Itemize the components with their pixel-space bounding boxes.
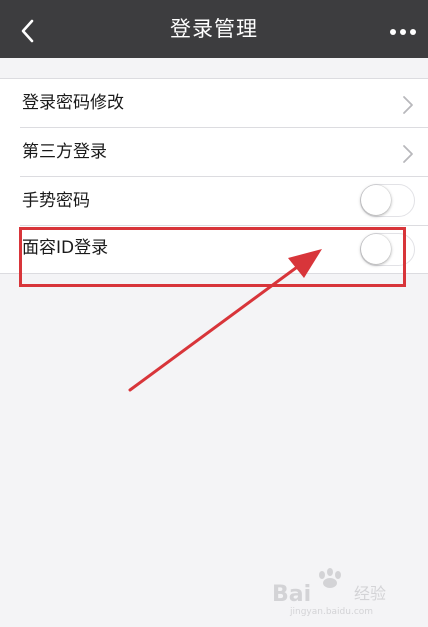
- watermark-suffix: 经验: [354, 584, 386, 603]
- gesture-password-toggle[interactable]: [360, 184, 415, 217]
- baidu-watermark-icon: Bai 经验 jingyan.baidu.com: [272, 568, 386, 617]
- settings-item-password-change[interactable]: 登录密码修改: [20, 79, 428, 128]
- watermark-brand: Bai: [272, 582, 311, 607]
- face-id-login-toggle[interactable]: [360, 233, 415, 266]
- back-button[interactable]: [14, 17, 42, 45]
- more-button[interactable]: [388, 20, 420, 44]
- toggle-knob: [361, 185, 391, 215]
- settings-item-label: 登录密码修改: [22, 93, 124, 113]
- chevron-right-icon: [403, 96, 413, 114]
- settings-item-third-party-login[interactable]: 第三方登录: [20, 128, 428, 177]
- settings-item-label: 面容ID登录: [22, 238, 109, 258]
- settings-list: 登录密码修改 第三方登录 手势密码 面容ID登录: [0, 78, 428, 274]
- settings-item-gesture-password: 手势密码: [20, 177, 428, 226]
- chevron-right-icon: [403, 145, 413, 163]
- settings-item-label: 第三方登录: [22, 142, 107, 162]
- chevron-left-icon: [21, 19, 34, 43]
- watermark-url: jingyan.baidu.com: [289, 607, 373, 617]
- more-dots-icon: [390, 29, 416, 35]
- page-title: 登录管理: [170, 17, 258, 41]
- settings-item-label: 手势密码: [22, 191, 90, 211]
- settings-item-face-id-login: 面容ID登录: [20, 226, 428, 273]
- toggle-knob: [361, 234, 391, 264]
- navigation-bar: 登录管理: [0, 0, 428, 58]
